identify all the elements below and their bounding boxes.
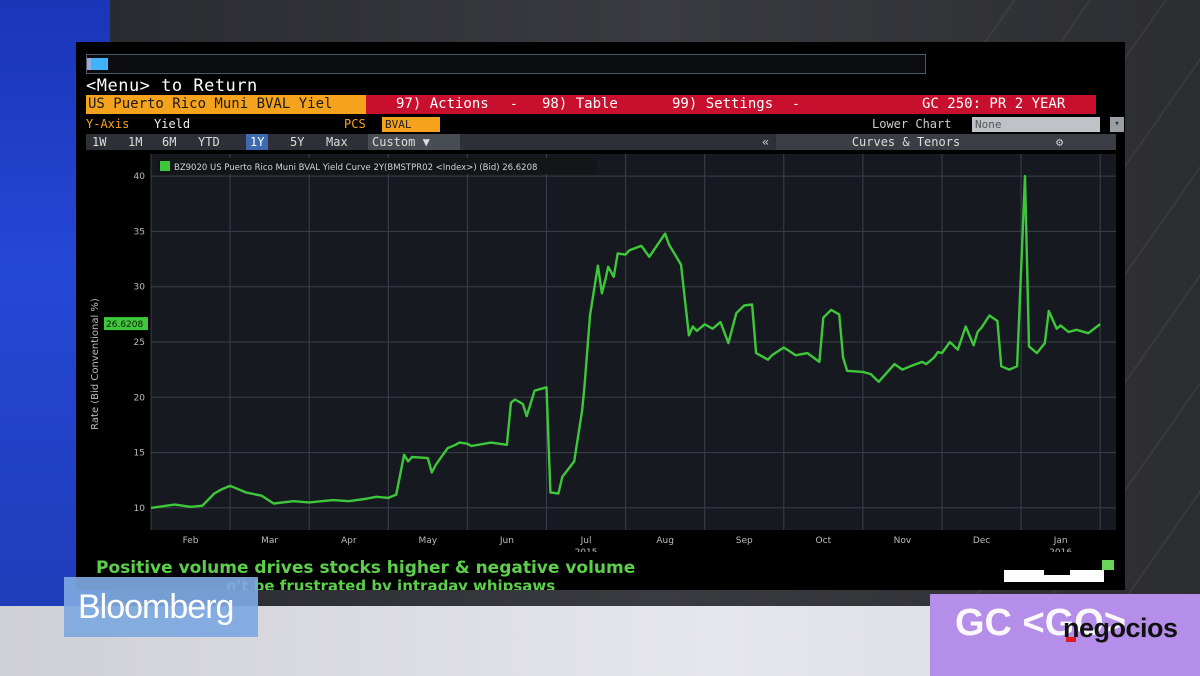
x-tick-label: Mar [261, 536, 278, 546]
settings-menu[interactable]: 99) Settings [672, 95, 773, 114]
actions-menu[interactable]: 97) Actions [396, 95, 489, 114]
function-toolbar: US Puerto Rico Muni BVAL Yiel 97) Action… [86, 95, 1096, 114]
x-tick-label: Feb [183, 536, 199, 546]
negocios-watermark: negocios [1063, 613, 1178, 643]
command-line-input[interactable] [86, 54, 926, 74]
settings-dropdown-icon[interactable]: - [792, 95, 800, 114]
y-axis-value[interactable]: Yield [154, 116, 190, 133]
range-max-button[interactable]: Max [322, 134, 352, 150]
x-tick-label: May [419, 536, 438, 546]
y-axis: 10 15 20 25 30 35 40 [134, 172, 146, 514]
collapse-icon[interactable]: « [762, 134, 769, 150]
date-range-bar: 1W 1M 6M YTD 1Y 5Y Max Custom ▼ « Curves… [86, 134, 1116, 150]
y-axis-title: Rate (Bid Conventional %) [90, 298, 101, 430]
gear-icon[interactable]: ⚙ [1056, 134, 1063, 150]
range-1y-button[interactable]: 1Y [246, 134, 269, 150]
news-ticker-line-2: n't be frustrated by intraday whipsaws [226, 577, 556, 590]
legend: BZ9020 US Puerto Rico Muni BVAL Yield Cu… [157, 158, 597, 174]
range-1w-button[interactable]: 1W [88, 134, 110, 150]
y-tick-label: 20 [134, 393, 146, 403]
x-year-label: 2015 [575, 548, 598, 552]
x-tick-label: Nov [894, 536, 912, 546]
x-year-label: 2016 [1049, 548, 1072, 552]
last-value-label: 26.6208 [106, 320, 143, 330]
actions-dropdown-icon[interactable]: - [510, 95, 518, 114]
y-tick-label: 30 [134, 283, 146, 293]
last-value-tag: 26.6208 [104, 317, 148, 331]
table-menu[interactable]: 98) Table [542, 95, 618, 114]
corner-green-marker [1102, 560, 1114, 570]
chart-options-row: Y-Axis Yield PCS BVAL Lower Chart None ▾ [86, 116, 1124, 133]
x-tick-label: Jul [580, 536, 592, 546]
security-field[interactable]: US Puerto Rico Muni BVAL Yiel [86, 95, 366, 114]
bloomberg-logo: Bloomberg [78, 588, 234, 626]
x-tick-label: Jun [499, 536, 514, 546]
legend-label: BZ9020 US Puerto Rico Muni BVAL Yield Cu… [174, 163, 537, 173]
x-tick-label: Aug [656, 536, 674, 546]
function-title: GC 250: PR 2 YEAR [922, 96, 1066, 112]
y-tick-label: 35 [134, 227, 145, 237]
custom-range-dropdown[interactable]: Custom ▼ [368, 134, 460, 150]
x-tick-label: Oct [816, 536, 832, 546]
x-tick-label: Jan [1053, 536, 1068, 546]
x-tick-label: Sep [736, 536, 753, 546]
terminal-screen: <Menu> to Return US Puerto Rico Muni BVA… [76, 42, 1125, 590]
menu-return-hint: <Menu> to Return [86, 76, 258, 96]
range-6m-button[interactable]: 6M [158, 134, 180, 150]
command-cursor [87, 58, 108, 70]
x-tick-label: Apr [341, 536, 357, 546]
corner-graphic-notch [1044, 570, 1070, 575]
news-ticker-line-1: Positive volume drives stocks higher & n… [96, 558, 636, 578]
lower-chart-label: Lower Chart [872, 117, 952, 131]
range-ytd-button[interactable]: YTD [194, 134, 224, 150]
yield-chart[interactable]: 10 15 20 25 30 35 40 Feb Mar Apr May Jun Jul Aug Sep O… [76, 152, 1125, 552]
y-tick-label: 10 [134, 504, 146, 514]
curves-tenors-button[interactable]: Curves & Tenors [776, 134, 1116, 150]
y-tick-label: 25 [134, 338, 145, 348]
lower-chart-dropdown-icon[interactable]: ▾ [1110, 117, 1124, 132]
range-5y-button[interactable]: 5Y [286, 134, 308, 150]
y-tick-label: 40 [134, 172, 146, 182]
pcs-field[interactable]: BVAL [382, 117, 440, 132]
x-axis: Feb Mar Apr May Jun Jul Aug Sep Oct Nov Dec Jan 2015… [183, 536, 1073, 552]
x-tick-label: Dec [973, 536, 990, 546]
negocios-logo-mark [1066, 637, 1076, 642]
pcs-label: PCS [344, 117, 366, 131]
lower-chart-select[interactable]: None [972, 117, 1100, 132]
legend-swatch [160, 161, 170, 171]
y-axis-label: Y-Axis [86, 117, 130, 131]
range-1m-button[interactable]: 1M [124, 134, 146, 150]
y-tick-label: 15 [134, 449, 145, 459]
